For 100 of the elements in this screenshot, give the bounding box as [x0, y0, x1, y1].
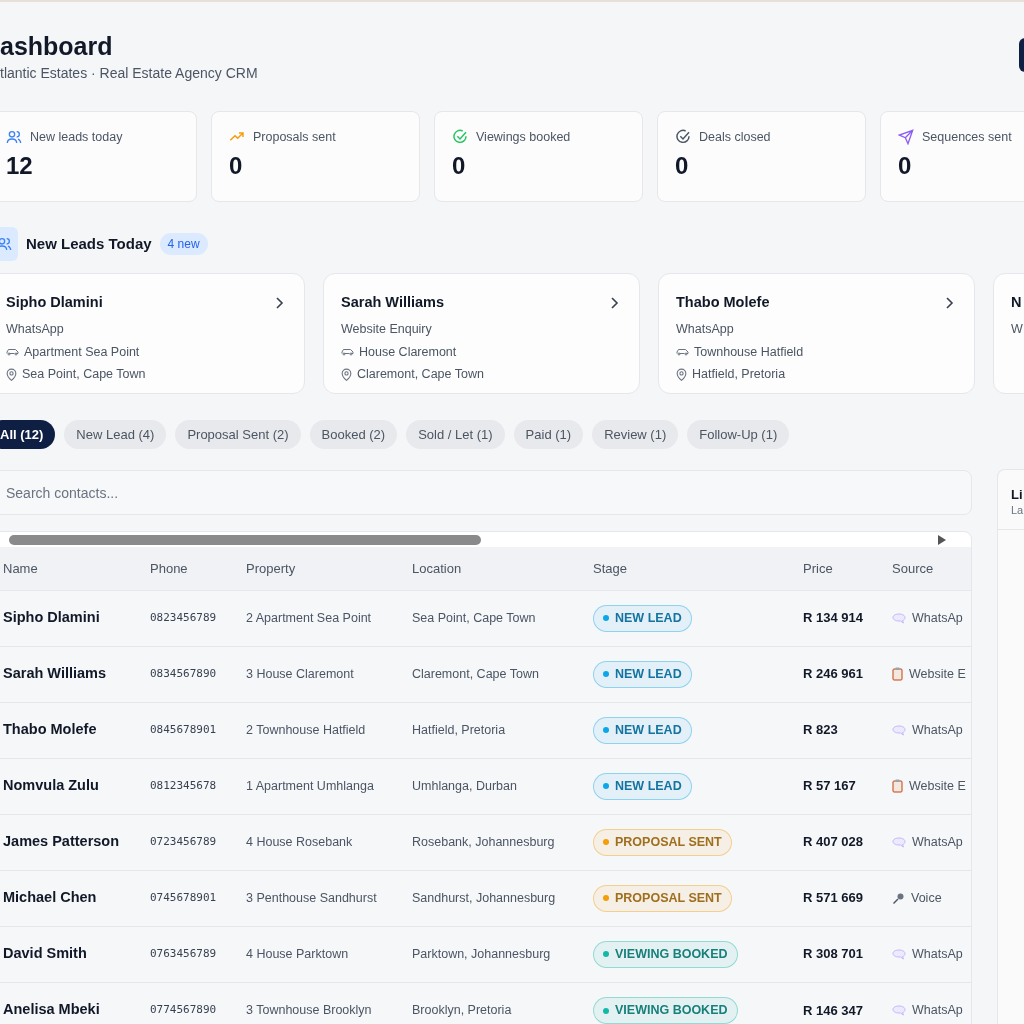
send-icon: [898, 129, 914, 146]
speech-bubble-icon: [892, 724, 906, 736]
lead-name: N: [1011, 293, 1022, 312]
source-label: WhatsAp: [912, 833, 963, 851]
column-header: Phone: [150, 547, 246, 590]
property-cell: 4 House Parktown: [246, 926, 412, 982]
location-cell: Hatfield, Pretoria: [412, 702, 593, 758]
price-cell: R 571 669: [803, 870, 892, 926]
lead-card[interactable]: Sipho Dlamini WhatsApp Apartment Sea Point Sea Point, Cape Town: [0, 273, 305, 394]
property-cell: 3 Penthouse Sandhurst: [246, 870, 412, 926]
chevron-right-icon: [946, 296, 954, 309]
car-icon: [676, 346, 689, 357]
filter-chip[interactable]: Paid (1): [513, 420, 584, 449]
phone-cell: 0723456789: [150, 814, 246, 870]
page-title: ashboard: [0, 31, 114, 62]
stage-badge: NEW LEAD: [593, 660, 692, 688]
column-header: Source: [892, 547, 971, 590]
property-cell: 3 House Claremont: [246, 646, 412, 702]
location-cell: Claremont, Cape Town: [412, 646, 593, 702]
speech-bubble-icon: [892, 836, 906, 848]
location-cell: Sandhurst, Johannesburg: [412, 870, 593, 926]
stat-value: 12: [6, 150, 34, 181]
chevron-right-icon: [611, 296, 619, 309]
panel-subtitle: La: [1011, 503, 1024, 517]
location-cell: Umhlanga, Durban: [412, 758, 593, 814]
property-cell: 3 Townhouse Brooklyn: [246, 982, 412, 1024]
lead-name: Sarah Williams: [341, 293, 445, 312]
source-label: WhatsAp: [912, 609, 963, 627]
phone-cell: 0812345678: [150, 758, 246, 814]
name-cell: David Smith: [0, 926, 150, 982]
price-cell: R 308 701: [803, 926, 892, 982]
lead-property: Apartment Sea Point: [24, 343, 140, 361]
lead-source: WhatsApp: [676, 320, 735, 338]
phone-cell: 0834567890: [150, 646, 246, 702]
chevron-right-icon: [276, 296, 284, 309]
price-cell: R 407 028: [803, 814, 892, 870]
search-field[interactable]: Search contacts...: [0, 470, 972, 515]
location-cell: Rosebank, Johannesburg: [412, 814, 593, 870]
stage-badge: PROPOSAL SENT: [593, 828, 732, 856]
microphone-icon: [892, 891, 905, 905]
location-cell: Parktown, Johannesburg: [412, 926, 593, 982]
column-header: Name: [0, 547, 150, 590]
filter-chip[interactable]: Proposal Sent (2): [175, 420, 301, 449]
location-cell: Brooklyn, Pretoria: [412, 982, 593, 1024]
stat-value: 0: [229, 150, 244, 181]
lead-location: Hatfield, Pretoria: [692, 366, 786, 384]
name-cell: Anelisa Mbeki: [0, 982, 150, 1024]
stat-label: Deals closed: [699, 129, 771, 146]
scroll-right-icon[interactable]: [938, 534, 946, 545]
source-label: Voice: [911, 889, 942, 907]
lead-card[interactable]: Thabo Molefe WhatsApp Townhouse Hatfield Hatfield, Pretoria: [658, 273, 975, 394]
lead-source: WhatsApp: [6, 320, 65, 338]
name-cell: Nomvula Zulu: [0, 758, 150, 814]
lead-location: Sea Point, Cape Town: [22, 366, 146, 384]
stage-badge: PROPOSAL SENT: [593, 884, 732, 912]
property-cell: 4 House Rosebank: [246, 814, 412, 870]
phone-cell: 0774567890: [150, 982, 246, 1024]
column-header: Price: [803, 547, 892, 590]
stat-value: 0: [675, 150, 690, 181]
filter-chip[interactable]: Review (1): [592, 420, 679, 449]
phone-cell: 0763456789: [150, 926, 246, 982]
lead-source: Website Enquiry: [341, 320, 433, 338]
lead-property: Townhouse Hatfield: [694, 343, 804, 361]
stat-value: 0: [898, 150, 913, 181]
lead-card[interactable]: N W: [993, 273, 1024, 394]
stat-label: Proposals sent: [253, 129, 336, 146]
filter-chip[interactable]: Sold / Let (1): [406, 420, 505, 449]
phone-cell: 0845678901: [150, 702, 246, 758]
stat-label: Viewings booked: [476, 129, 571, 146]
lead-name: Thabo Molefe: [676, 293, 770, 312]
name-cell: Thabo Molefe: [0, 702, 150, 758]
lead-source: W: [1011, 320, 1024, 338]
name-cell: Sarah Williams: [0, 646, 150, 702]
scrollbar-thumb[interactable]: [9, 534, 481, 545]
lead-card[interactable]: Sarah Williams Website Enquiry House Claremont Claremont, Cape Town: [323, 273, 640, 394]
count-badge: 4 new: [159, 233, 208, 255]
section-title: New Leads Today: [26, 233, 152, 254]
price-cell: R 146 347: [803, 982, 892, 1024]
filter-chip[interactable]: New Lead (4): [64, 420, 167, 449]
car-icon: [6, 346, 19, 357]
phone-cell: 0745678901: [150, 870, 246, 926]
stage-badge: VIEWING BOOKED: [593, 940, 738, 968]
page-subtitle: tlantic Estates · Real Estate Agency CRM: [0, 64, 259, 83]
source-label: WhatsAp: [912, 945, 963, 963]
name-cell: Sipho Dlamini: [0, 590, 150, 646]
filter-chip[interactable]: Follow-Up (1): [687, 420, 790, 449]
property-cell: 1 Apartment Umhlanga: [246, 758, 412, 814]
filter-chip[interactable]: All (12): [0, 420, 56, 449]
price-cell: R 823: [803, 702, 892, 758]
clipboard-icon: [892, 667, 903, 681]
stage-badge: VIEWING BOOKED: [593, 997, 738, 1024]
clipboard-icon: [892, 779, 903, 793]
location-cell: Sea Point, Cape Town: [412, 590, 593, 646]
map-pin-icon: [676, 368, 687, 382]
check-circle-icon: [452, 129, 468, 146]
filter-chip[interactable]: Booked (2): [309, 420, 398, 449]
car-icon: [341, 346, 354, 357]
column-header: Location: [412, 547, 593, 590]
speech-bubble-icon: [892, 612, 906, 624]
stat-label: New leads today: [30, 129, 123, 146]
